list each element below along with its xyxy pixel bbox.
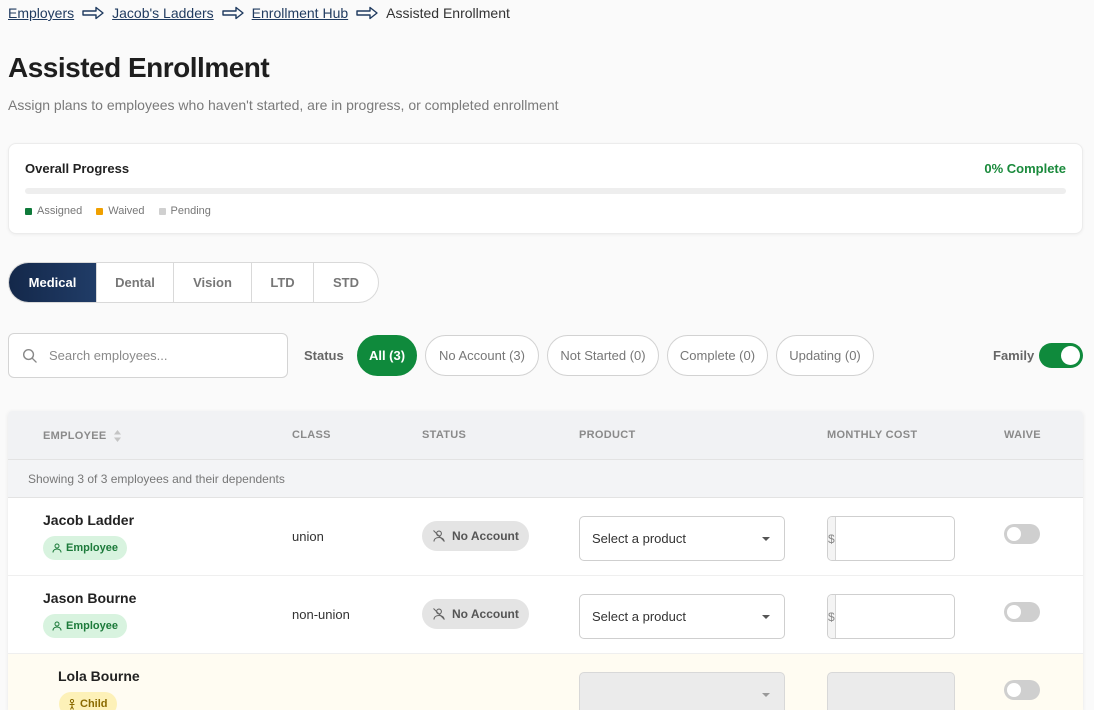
tab-std[interactable]: STD xyxy=(314,263,378,302)
waive-toggle[interactable] xyxy=(1004,524,1040,544)
toggle-knob xyxy=(1007,527,1021,541)
waive-toggle[interactable] xyxy=(1004,680,1040,700)
currency-prefix: $ xyxy=(828,595,836,638)
monthly-cost-input-group: $ xyxy=(827,516,955,561)
monthly-cost-input-group: $ xyxy=(827,594,955,639)
breadcrumb-link-employer[interactable]: Jacob's Ladders xyxy=(112,5,214,21)
status-badge: No Account xyxy=(422,521,529,551)
progress-title: Overall Progress xyxy=(25,161,130,176)
filter-chip-all[interactable]: All (3) xyxy=(357,335,417,376)
monthly-cost-input[interactable] xyxy=(835,517,954,560)
role-badge: Employee xyxy=(43,614,127,638)
search-box xyxy=(8,333,288,378)
legend-item-pending: Pending xyxy=(158,205,211,217)
showing-count: Showing 3 of 3 employees and their depen… xyxy=(8,460,1083,498)
legend-label: Pending xyxy=(170,205,211,217)
column-header-employee[interactable]: EMPLOYEE xyxy=(43,429,122,443)
family-toggle[interactable] xyxy=(1039,343,1083,368)
tab-medical[interactable]: Medical xyxy=(9,263,97,302)
breadcrumb-current: Assisted Enrollment xyxy=(386,5,510,21)
breadcrumb-link-employers[interactable]: Employers xyxy=(8,5,74,21)
overall-progress-card: Overall Progress 0% Complete Assigned Wa… xyxy=(8,143,1083,234)
column-header-monthly-cost: MONTHLY COST xyxy=(827,429,918,441)
toggle-knob xyxy=(1061,346,1080,365)
breadcrumb-link-enrollment-hub[interactable]: Enrollment Hub xyxy=(252,5,349,21)
monthly-cost-input[interactable] xyxy=(835,595,954,638)
user-icon xyxy=(52,621,62,631)
column-label: EMPLOYEE xyxy=(43,430,107,442)
page-subtitle: Assign plans to employees who haven't st… xyxy=(8,97,559,113)
role-badge: Child xyxy=(59,692,117,710)
filter-chip-updating[interactable]: Updating (0) xyxy=(776,335,874,376)
search-input[interactable] xyxy=(49,348,259,363)
filter-chip-complete[interactable]: Complete (0) xyxy=(667,335,768,376)
role-badge: Employee xyxy=(43,536,127,560)
legend-item-waived: Waived xyxy=(96,205,145,217)
tab-ltd[interactable]: LTD xyxy=(252,263,314,302)
chevron-down-icon xyxy=(762,615,770,619)
sort-icon xyxy=(113,430,121,442)
role-label: Child xyxy=(80,698,108,710)
legend-swatch xyxy=(158,207,166,215)
product-select[interactable]: Select a product xyxy=(579,594,785,639)
family-toggle-label: Family xyxy=(993,348,1035,363)
benefit-tabs: Medical Dental Vision LTD STD xyxy=(8,262,379,303)
monthly-cost-input-disabled xyxy=(827,672,955,710)
product-select[interactable]: Select a product xyxy=(579,516,785,561)
product-select-value: Select a product xyxy=(592,531,686,546)
filter-chip-not-started[interactable]: Not Started (0) xyxy=(547,335,659,376)
waive-toggle[interactable] xyxy=(1004,602,1040,622)
column-header-status: STATUS xyxy=(422,429,467,441)
role-label: Employee xyxy=(66,542,118,554)
arrow-right-icon xyxy=(82,6,104,20)
status-filter-label: Status xyxy=(304,348,344,363)
chevron-down-icon xyxy=(762,693,770,697)
employee-name: Jacob Ladder xyxy=(43,512,135,528)
page-title: Assisted Enrollment xyxy=(8,52,270,83)
column-header-waive: WAIVE xyxy=(1004,429,1041,441)
chevron-down-icon xyxy=(762,537,770,541)
breadcrumb: Employers Jacob's Ladders Enrollment Hub… xyxy=(8,5,510,21)
employee-class: union xyxy=(292,529,324,544)
status-badge: No Account xyxy=(422,599,529,629)
filter-chip-no-account[interactable]: No Account (3) xyxy=(425,335,539,376)
toggle-knob xyxy=(1007,683,1021,697)
arrow-right-icon xyxy=(221,6,244,20)
user-off-icon xyxy=(433,530,445,542)
child-icon xyxy=(69,698,75,710)
table-row: Jacob Ladder Employee union No Account S… xyxy=(8,498,1083,576)
employee-name: Jason Bourne xyxy=(43,590,137,606)
progress-bar xyxy=(25,188,1066,194)
status-label: No Account xyxy=(452,529,519,543)
search-icon xyxy=(22,348,37,363)
user-off-icon xyxy=(433,608,445,620)
legend-label: Assigned xyxy=(37,205,83,217)
legend-item-assigned: Assigned xyxy=(25,205,82,217)
progress-legend: Assigned Waived Pending xyxy=(25,205,211,217)
user-icon xyxy=(52,543,62,553)
table-row-dependent: Lola Bourne Child xyxy=(8,654,1083,710)
legend-label: Waived xyxy=(108,205,145,217)
tab-vision[interactable]: Vision xyxy=(174,263,252,302)
role-label: Employee xyxy=(66,620,118,632)
legend-swatch xyxy=(96,207,104,215)
product-select-disabled xyxy=(579,672,785,710)
tab-dental[interactable]: Dental xyxy=(97,263,174,302)
toggle-knob xyxy=(1007,605,1021,619)
status-label: No Account xyxy=(452,607,519,621)
product-select-value: Select a product xyxy=(592,609,686,624)
column-header-product: PRODUCT xyxy=(579,429,636,441)
arrow-right-icon xyxy=(356,6,378,20)
table-row: Jason Bourne Employee non-union No Accou… xyxy=(8,576,1083,654)
currency-prefix: $ xyxy=(828,517,836,560)
table-header: EMPLOYEE CLASS STATUS PRODUCT MONTHLY CO… xyxy=(8,411,1083,460)
column-header-class: CLASS xyxy=(292,429,331,441)
progress-percent: 0% Complete xyxy=(984,161,1066,176)
dependent-name: Lola Bourne xyxy=(58,668,140,684)
employee-class: non-union xyxy=(292,607,350,622)
enrollment-table: EMPLOYEE CLASS STATUS PRODUCT MONTHLY CO… xyxy=(8,411,1083,710)
legend-swatch xyxy=(25,207,32,215)
